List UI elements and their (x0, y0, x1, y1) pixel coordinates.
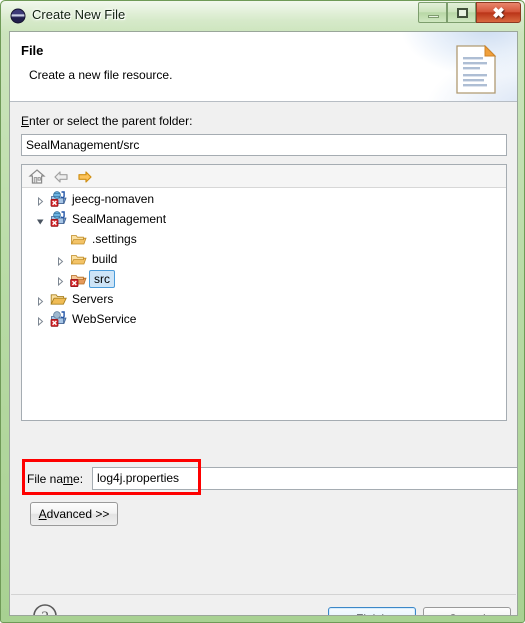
finish-button-label: inish (363, 612, 388, 615)
tree-item-label: build (92, 252, 118, 266)
chevron-right-icon[interactable] (56, 275, 65, 287)
advanced-button-mnemonic: A (38, 507, 47, 521)
file-name-label-prefix: File na (27, 472, 64, 486)
tree-item-webservice[interactable]: WebService (22, 309, 506, 329)
chevron-right-icon[interactable] (36, 195, 45, 207)
source-folder-error-icon (70, 271, 87, 287)
tree-item-build[interactable]: build (22, 249, 506, 269)
back-arrow-icon[interactable] (52, 168, 70, 186)
folder-icon (70, 231, 87, 247)
help-icon[interactable]: ? (32, 603, 58, 616)
advanced-button-label: dvanced >> (46, 507, 110, 521)
chevron-right-icon[interactable] (36, 295, 45, 307)
folder-tree[interactable]: jeecg-nomaven SealManagement .settings b… (22, 189, 506, 420)
tree-item-src[interactable]: src (22, 269, 506, 289)
tree-item-settings[interactable]: .settings (22, 229, 506, 249)
chevron-down-icon[interactable] (36, 215, 45, 225)
tree-item-sealmanagement[interactable]: SealManagement (22, 209, 506, 229)
home-icon[interactable] (28, 168, 46, 186)
minimize-button[interactable] (418, 2, 447, 23)
maximize-button[interactable] (447, 2, 476, 23)
close-icon: ✖ (492, 6, 505, 22)
parent-folder-label-mnemonic: E (21, 114, 30, 128)
tree-item-jeecg-nomaven[interactable]: jeecg-nomaven (22, 189, 506, 209)
chevron-right-icon[interactable] (56, 255, 65, 267)
java-project-error-icon (50, 211, 67, 227)
page-subtitle: Create a new file resource. (29, 68, 173, 82)
title-bar[interactable]: Create New File ✖ (1, 1, 525, 31)
file-name-label-mnemonic: m (63, 472, 74, 486)
java-project-error-icon (50, 311, 67, 327)
eclipse-globe-icon (10, 8, 26, 24)
parent-folder-label-text: nter or select the parent folder: (29, 114, 193, 128)
tree-item-label: SealManagement (72, 212, 167, 226)
advanced-button[interactable]: Advanced >> (30, 502, 118, 526)
footer-separator (11, 594, 516, 595)
forward-arrow-icon[interactable] (76, 168, 94, 186)
new-file-document-icon (454, 44, 498, 95)
java-project-error-icon (50, 191, 67, 207)
close-button[interactable]: ✖ (476, 2, 521, 23)
tree-item-label: Servers (72, 292, 114, 306)
chevron-right-icon[interactable] (36, 315, 45, 327)
cancel-button[interactable]: Cancel (423, 607, 511, 615)
parent-folder-label: Enter or select the parent folder: (21, 114, 192, 128)
tree-item-label: .settings (92, 232, 137, 246)
maximize-icon (457, 8, 468, 18)
file-name-label-suffix: e: (73, 472, 84, 486)
finish-button[interactable]: Finish (328, 607, 416, 615)
dialog-window: Create New File ✖ File Create a new file… (0, 0, 525, 623)
window-title: Create New File (32, 7, 126, 22)
folder-tree-panel: jeecg-nomaven SealManagement .settings b… (21, 164, 507, 421)
file-name-label: File name: (27, 472, 83, 486)
minimize-icon (428, 15, 439, 18)
svg-text:?: ? (41, 609, 48, 616)
tree-toolbar (22, 165, 506, 188)
tree-item-label: jeecg-nomaven (72, 192, 155, 206)
wizard-banner: File Create a new file resource. (10, 32, 517, 102)
tree-item-label: src (89, 270, 115, 288)
open-folder-icon (50, 291, 67, 307)
parent-folder-input[interactable]: SealManagement/src (21, 134, 507, 156)
dialog-client-area: File Create a new file resource. Enter o… (9, 31, 518, 616)
folder-icon (70, 251, 87, 267)
tree-item-servers[interactable]: Servers (22, 289, 506, 309)
file-name-input[interactable]: log4j.properties (92, 467, 517, 490)
tree-item-label: WebService (72, 312, 137, 326)
page-title: File (21, 43, 44, 58)
